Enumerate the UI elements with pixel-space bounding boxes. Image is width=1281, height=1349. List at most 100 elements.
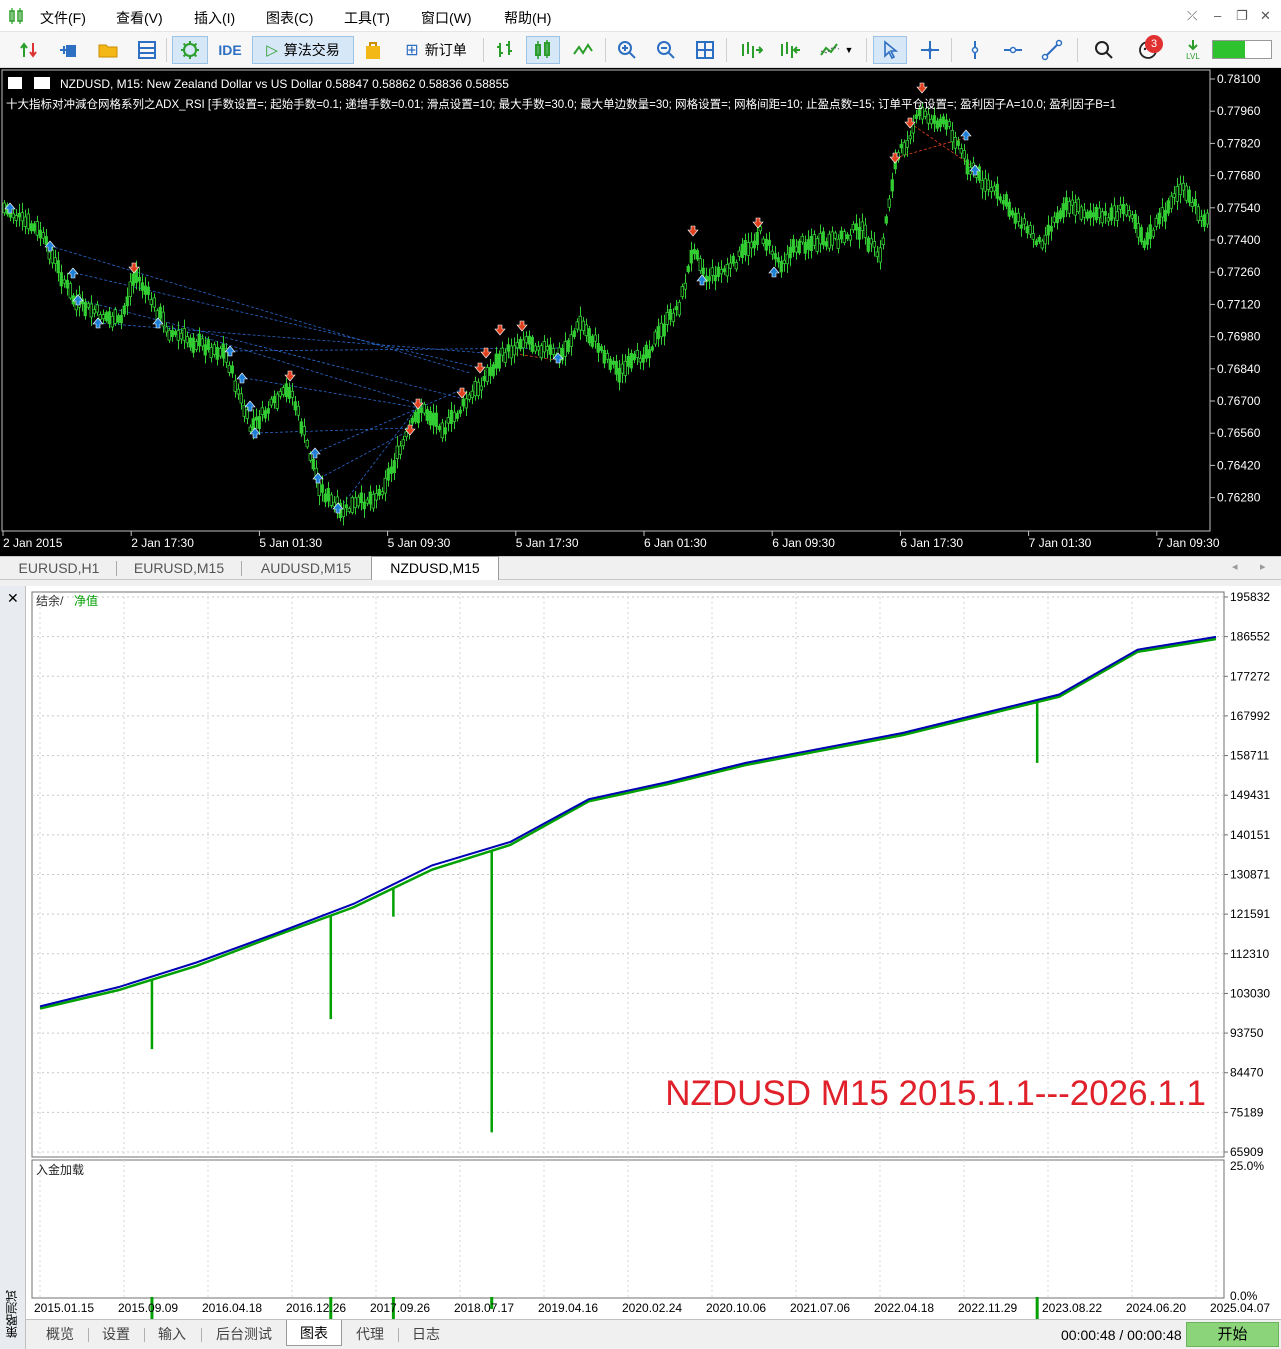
candle-body <box>701 267 705 275</box>
date-tick-label: 2023.08.22 <box>1042 1301 1102 1315</box>
connection-meter-fill <box>1213 41 1245 58</box>
profiles-icon[interactable] <box>134 36 160 64</box>
tab-overview[interactable]: 概览 <box>34 1324 86 1346</box>
restore-icon[interactable]: ❐ <box>1236 8 1248 24</box>
menu-chart[interactable]: 图表(C) <box>266 8 313 28</box>
menu-file[interactable]: 文件(F) <box>40 8 86 28</box>
new-order-button[interactable]: ⊞ 新订单 <box>398 36 474 64</box>
candle-body <box>545 346 549 351</box>
trendline-icon[interactable] <box>1039 36 1065 64</box>
candle-body <box>938 118 942 128</box>
algo-trading-button[interactable]: ▷ 算法交易 <box>252 36 354 64</box>
horizontal-line-icon[interactable] <box>1000 36 1026 64</box>
price-x-tick-label: 5 Jan 17:30 <box>516 536 579 550</box>
notifications-button[interactable]: 3 <box>1130 35 1166 64</box>
tab-eurusd-m15[interactable]: EURUSD,M15 <box>117 557 241 580</box>
close-tester-icon[interactable]: ✕ <box>7 590 19 607</box>
candle-body <box>809 236 813 252</box>
minimize-icon[interactable]: – <box>1214 8 1221 23</box>
equity-y-tick-label: 93750 <box>1230 1026 1264 1040</box>
menu-window[interactable]: 窗口(W) <box>421 8 472 28</box>
market-icon[interactable] <box>172 36 208 64</box>
candle-body <box>1022 218 1026 225</box>
ide-button[interactable]: IDE <box>214 36 246 64</box>
candle-body <box>32 223 36 232</box>
candle-body <box>689 249 693 264</box>
date-tick-label: 2017.09.26 <box>370 1301 430 1315</box>
candle-body <box>26 213 30 230</box>
tile-windows-icon[interactable] <box>692 36 718 64</box>
chart-shift-icon[interactable] <box>774 36 804 64</box>
load-title: 入金加载 <box>36 1162 84 1177</box>
zoom-in-icon[interactable] <box>614 36 640 64</box>
candle-body <box>206 339 210 350</box>
bar-chart-icon[interactable] <box>492 36 518 64</box>
candle-body <box>143 285 147 295</box>
candle-body <box>566 340 570 353</box>
new-order-icon: ⊞ <box>405 42 419 59</box>
candle-body <box>23 216 27 227</box>
tabs-scroll-left-icon[interactable]: ◂ <box>1232 560 1238 573</box>
tab-journal[interactable]: 日志 <box>400 1324 452 1346</box>
new-chart-icon[interactable] <box>16 36 42 64</box>
price-x-tick-label: 2 Jan 2015 <box>3 536 63 550</box>
tab-agents[interactable]: 代理 <box>344 1324 396 1346</box>
menu-insert[interactable]: 插入(I) <box>194 8 235 28</box>
candle-body <box>149 299 153 305</box>
add-symbol-icon[interactable] <box>56 36 82 64</box>
search-icon[interactable] <box>1091 36 1117 64</box>
crosshair-icon[interactable] <box>917 36 943 64</box>
shopping-bag-icon[interactable] <box>360 36 386 64</box>
candle-body <box>1106 217 1110 222</box>
candle-body <box>38 229 42 239</box>
tabs-scroll-right-icon[interactable]: ▸ <box>1260 560 1266 573</box>
candle-body <box>14 215 18 221</box>
pin-icon[interactable]: ⤫ <box>1187 8 1197 24</box>
candle-body <box>995 183 999 199</box>
candle-body <box>1070 199 1074 206</box>
candle-body <box>185 335 189 344</box>
candle-body <box>362 501 366 510</box>
candle-body <box>1202 214 1206 227</box>
tab-settings[interactable]: 设置 <box>90 1324 142 1346</box>
candle-body <box>248 426 252 432</box>
auto-scroll-icon[interactable] <box>736 36 766 64</box>
tab-graph[interactable]: 图表 <box>286 1320 342 1346</box>
candle-body <box>1073 202 1077 216</box>
candle-body <box>887 198 891 208</box>
cursor-icon[interactable] <box>873 36 907 64</box>
zoom-out-icon[interactable] <box>653 36 679 64</box>
load-y-axis: 25.0%0.0% <box>1230 1159 1264 1303</box>
candle-body <box>1091 212 1095 218</box>
candle-body <box>1136 223 1140 238</box>
start-button[interactable]: 开始 <box>1186 1322 1279 1347</box>
candle-body <box>743 239 747 256</box>
open-folder-icon[interactable] <box>95 36 121 64</box>
tab-audusd-m15[interactable]: AUDUSD,M15 <box>242 557 370 580</box>
candle-body <box>848 234 852 241</box>
equity-y-tick-label: 130871 <box>1230 867 1270 881</box>
candle-body <box>188 337 192 348</box>
indicators-dropdown[interactable]: ▼ <box>813 36 859 64</box>
candle-body <box>239 393 243 404</box>
close-icon[interactable]: ✕ <box>1260 8 1271 24</box>
candle-body <box>275 393 279 409</box>
vertical-line-icon[interactable] <box>962 36 988 64</box>
date-tick-label: 2025.04.07 <box>1210 1301 1270 1315</box>
price-chart[interactable]: 0.78100 0.77960 0.77820 0.77680 0.77540 0.774… <box>0 68 1281 556</box>
signal-level-icon[interactable]: LVL <box>1180 36 1206 64</box>
tab-nzdusd-m15[interactable]: NZDUSD,M15 <box>371 556 499 580</box>
price-x-tick-label: 7 Jan 01:30 <box>1029 536 1092 550</box>
menu-help[interactable]: 帮助(H) <box>504 8 551 28</box>
candle-body <box>1187 189 1191 203</box>
tab-inputs[interactable]: 输入 <box>146 1324 198 1346</box>
line-chart-icon[interactable] <box>568 36 598 64</box>
candle-body <box>488 367 492 376</box>
candlestick-icon[interactable] <box>526 36 560 64</box>
menu-view[interactable]: 查看(V) <box>116 8 163 28</box>
menu-tools[interactable]: 工具(T) <box>344 8 390 28</box>
tab-backtest[interactable]: 后台测试 <box>203 1324 285 1346</box>
tab-eurusd-h1[interactable]: EURUSD,H1 <box>2 557 116 580</box>
balance-equity-chart[interactable]: 195832 186552 177272 167992 158711 149431 1401… <box>26 586 1281 1319</box>
candle-body <box>1043 234 1047 245</box>
